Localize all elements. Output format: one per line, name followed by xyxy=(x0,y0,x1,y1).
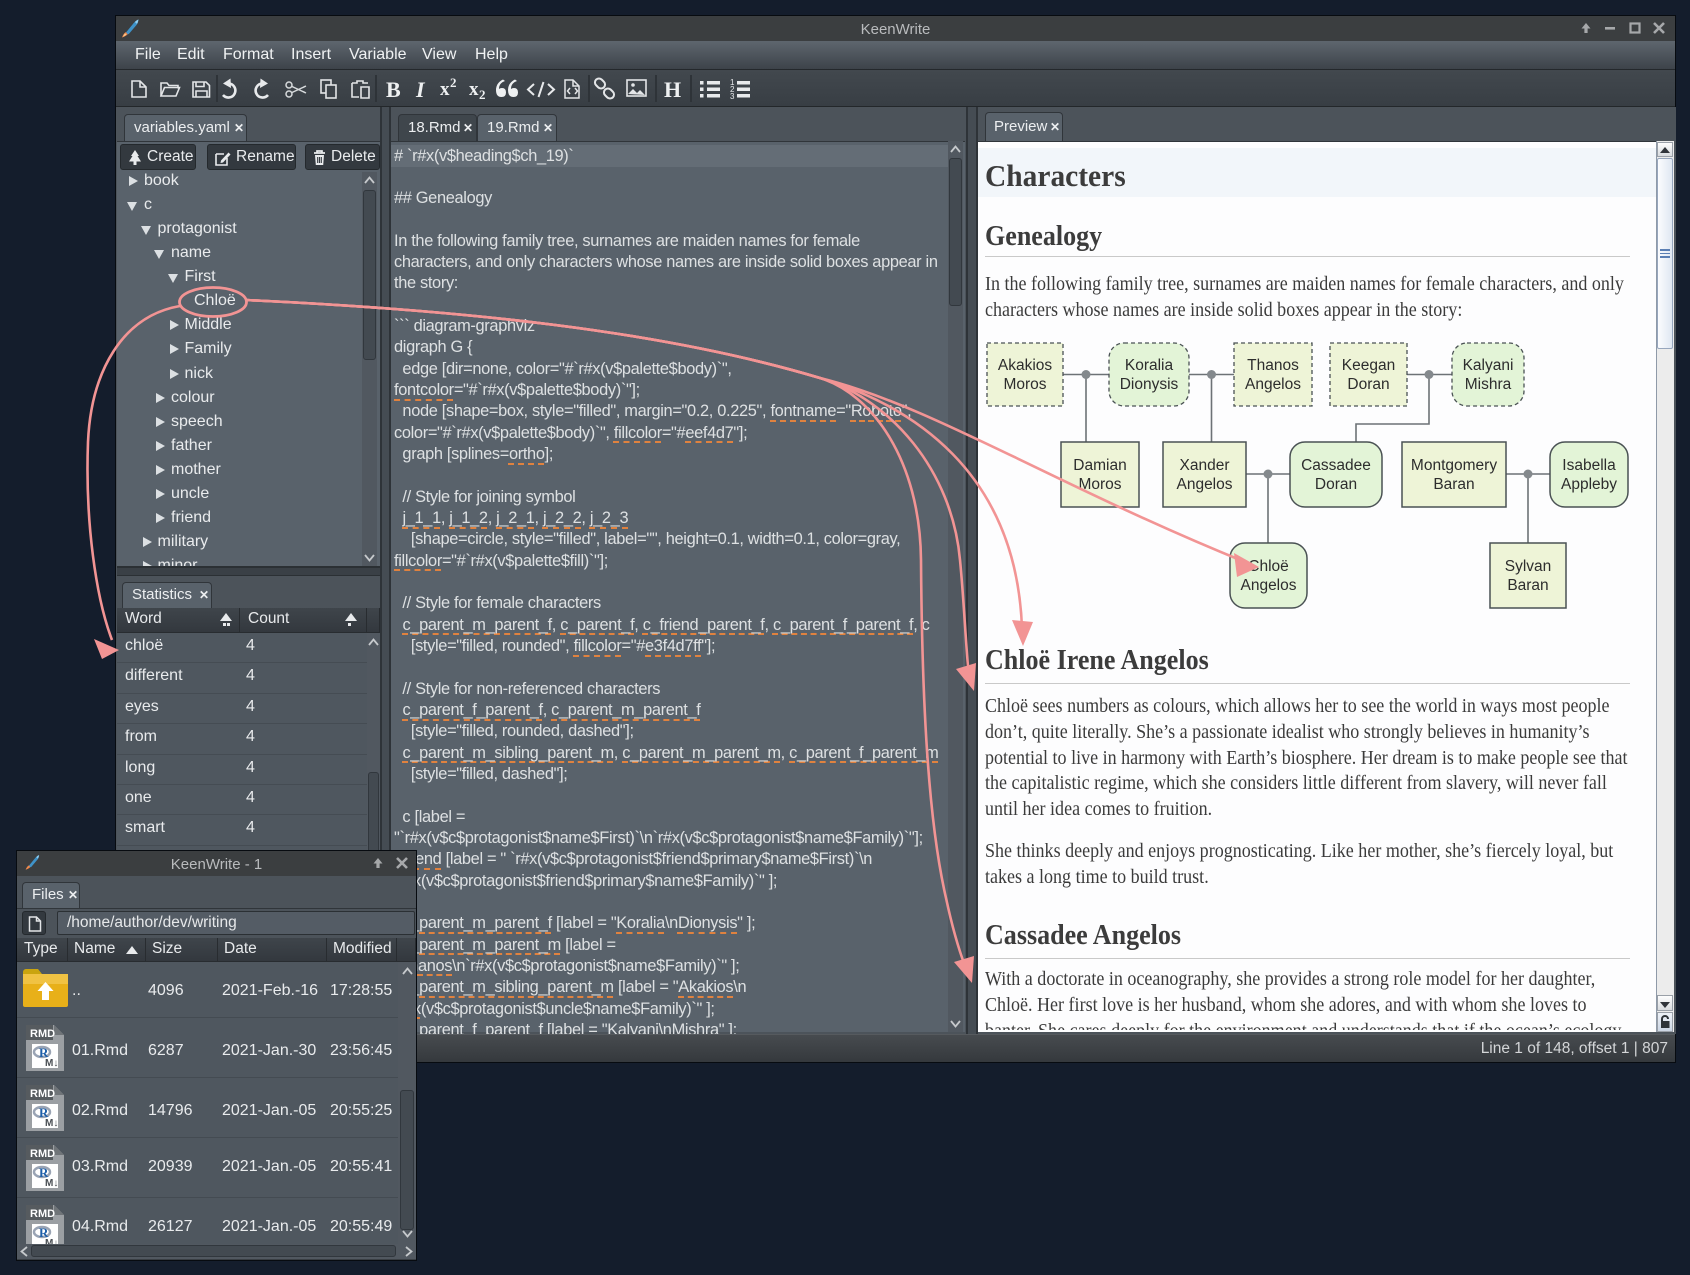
svg-text:B: B xyxy=(386,77,401,102)
svg-text:Isabella: Isabella xyxy=(1562,457,1616,474)
svg-text:2: 2 xyxy=(479,87,486,102)
svg-text:Baran: Baran xyxy=(1507,577,1548,594)
svg-text:Cassadee: Cassadee xyxy=(1301,457,1371,474)
svg-text:Kalyani: Kalyani xyxy=(1463,357,1514,374)
svg-text:RMD: RMD xyxy=(30,1148,55,1160)
svg-text:Damian: Damian xyxy=(1073,457,1126,474)
svg-text:Sylvan: Sylvan xyxy=(1505,558,1552,575)
svg-text:RMD: RMD xyxy=(30,1088,55,1100)
svg-text:Koralia: Koralia xyxy=(1125,357,1174,374)
svg-text:H: H xyxy=(664,77,681,102)
svg-text:M↓: M↓ xyxy=(45,1058,58,1069)
svg-text:3: 3 xyxy=(730,92,735,101)
svg-text:RMD: RMD xyxy=(30,1028,55,1040)
svg-text:Akakios: Akakios xyxy=(998,357,1053,374)
svg-text:Chloë: Chloë xyxy=(1248,558,1289,575)
svg-text:x: x xyxy=(469,79,479,100)
svg-text:Dionysis: Dionysis xyxy=(1120,376,1179,393)
svg-text:Angelos: Angelos xyxy=(1176,476,1232,493)
svg-text:Moros: Moros xyxy=(1003,376,1046,393)
svg-text:Doran: Doran xyxy=(1347,376,1389,393)
svg-text:Keegan: Keegan xyxy=(1342,357,1395,374)
svg-text:2: 2 xyxy=(450,75,457,90)
svg-text:I: I xyxy=(415,77,426,102)
svg-text:RMD: RMD xyxy=(30,1208,55,1220)
svg-text:Angelos: Angelos xyxy=(1240,577,1296,594)
svg-text:M↓: M↓ xyxy=(45,1118,58,1129)
svg-text:M↓: M↓ xyxy=(45,1178,58,1189)
svg-text:Angelos: Angelos xyxy=(1245,376,1301,393)
svg-text:Thanos: Thanos xyxy=(1247,357,1299,374)
svg-text:Doran: Doran xyxy=(1315,476,1357,493)
svg-text:Montgomery: Montgomery xyxy=(1411,457,1497,474)
svg-text:Xander: Xander xyxy=(1180,457,1230,474)
svg-text:Mishra: Mishra xyxy=(1465,376,1512,393)
svg-text:x: x xyxy=(440,79,450,100)
svg-text:Baran: Baran xyxy=(1433,476,1474,493)
svg-text:Moros: Moros xyxy=(1078,476,1121,493)
svg-text:Appleby: Appleby xyxy=(1561,476,1617,493)
